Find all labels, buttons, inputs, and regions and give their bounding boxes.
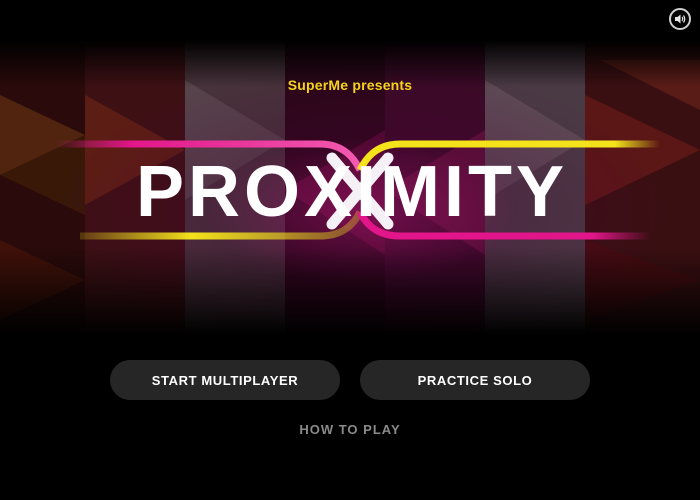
speaker-icon	[675, 14, 686, 24]
start-multiplayer-button[interactable]: START MULTIPLAYER	[110, 360, 340, 400]
game-title-screen: SuperMe presents PROXIMITY START MULTIPL…	[0, 0, 700, 500]
how-to-play-link[interactable]: HOW TO PLAY	[0, 422, 700, 437]
sound-toggle-button[interactable]	[669, 8, 691, 30]
logo-title: PROXIMITY	[136, 152, 568, 232]
practice-solo-button[interactable]: PRACTICE SOLO	[360, 360, 590, 400]
